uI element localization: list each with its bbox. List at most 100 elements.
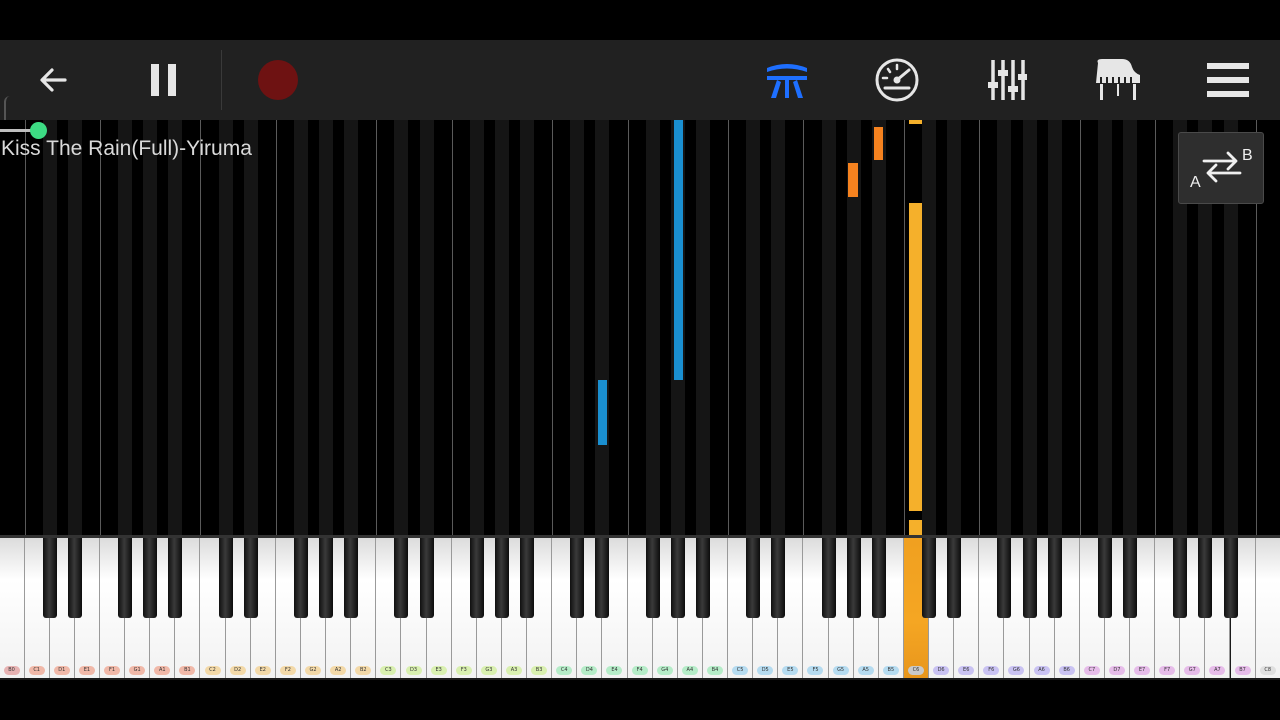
black-key[interactable] (1022, 538, 1037, 618)
speed-button[interactable] (857, 40, 937, 120)
black-key[interactable] (520, 538, 535, 618)
key-label: G6 (1008, 666, 1025, 675)
black-key[interactable] (67, 538, 82, 618)
top-toolbar (0, 40, 1280, 158)
black-key[interactable] (821, 538, 836, 618)
lane-divider (1079, 120, 1081, 535)
black-key[interactable] (293, 538, 308, 618)
falling-note (909, 520, 922, 535)
white-key[interactable]: B0 (0, 538, 25, 678)
key-label: G3 (480, 666, 497, 675)
lane-divider (803, 120, 805, 535)
key-label: C4 (556, 666, 573, 675)
black-key[interactable] (645, 538, 660, 618)
black-key-lane (695, 120, 710, 535)
lane-divider (1155, 120, 1157, 535)
key-label: G5 (832, 666, 849, 675)
black-key[interactable] (746, 538, 761, 618)
black-key[interactable] (1047, 538, 1062, 618)
black-key[interactable] (118, 538, 133, 618)
black-key-lane (997, 120, 1012, 535)
grand-piano-icon (1096, 59, 1140, 100)
black-key[interactable] (344, 538, 359, 618)
record-button[interactable] (238, 40, 318, 120)
key-label: D2 (229, 666, 246, 675)
key-label: B3 (531, 666, 548, 675)
black-key[interactable] (419, 538, 434, 618)
key-label: E4 (606, 666, 623, 675)
key-label: C7 (1083, 666, 1100, 675)
black-key-lane (293, 120, 308, 535)
black-key-lane (243, 120, 258, 535)
mixer-icon (988, 60, 1027, 100)
key-label: B1 (179, 666, 196, 675)
arrow-left-icon (40, 68, 67, 92)
black-key[interactable] (922, 538, 937, 618)
key-label: D1 (53, 666, 70, 675)
key-label: A1 (154, 666, 171, 675)
black-key[interactable] (695, 538, 710, 618)
black-key-lane (645, 120, 660, 535)
key-label: G7 (1184, 666, 1201, 675)
lane-divider (376, 120, 378, 535)
instrument-button[interactable] (1077, 40, 1157, 120)
black-key[interactable] (218, 538, 233, 618)
black-key[interactable] (670, 538, 685, 618)
black-key-lane (871, 120, 886, 535)
black-key[interactable] (143, 538, 158, 618)
black-key[interactable] (1097, 538, 1112, 618)
key-label: F1 (104, 666, 121, 675)
lane-divider (728, 120, 730, 535)
menu-button[interactable] (1188, 40, 1268, 120)
key-label: D7 (1108, 666, 1125, 675)
hands-mode-button[interactable] (747, 40, 827, 120)
black-key-lane (67, 120, 82, 535)
black-key[interactable] (595, 538, 610, 618)
black-key-lane (1123, 120, 1138, 535)
key-label: C6 (907, 666, 924, 675)
black-key[interactable] (997, 538, 1012, 618)
black-key[interactable] (1173, 538, 1188, 618)
black-key-lane (394, 120, 409, 535)
key-label: E5 (782, 666, 799, 675)
black-key-lane (1097, 120, 1112, 535)
black-key-lane (947, 120, 962, 535)
mixer-button[interactable] (967, 40, 1047, 120)
key-label: A2 (330, 666, 347, 675)
lane-divider (903, 120, 905, 535)
black-key[interactable] (871, 538, 886, 618)
back-button[interactable] (13, 40, 93, 120)
black-key-lane (118, 120, 133, 535)
black-key[interactable] (394, 538, 409, 618)
key-label: A5 (857, 666, 874, 675)
key-label: G2 (305, 666, 322, 675)
black-key[interactable] (846, 538, 861, 618)
key-label: B0 (3, 666, 20, 675)
lane-divider (979, 120, 981, 535)
black-key[interactable] (319, 538, 334, 618)
black-key[interactable] (771, 538, 786, 618)
black-key[interactable] (469, 538, 484, 618)
pause-button[interactable] (124, 40, 204, 120)
black-key[interactable] (42, 538, 57, 618)
ab-loop-button[interactable]: B A (1178, 132, 1264, 204)
key-label: F3 (455, 666, 472, 675)
falling-note (874, 127, 883, 160)
key-label: B7 (1234, 666, 1251, 675)
black-key[interactable] (494, 538, 509, 618)
black-key-lane (1047, 120, 1062, 535)
black-key[interactable] (1123, 538, 1138, 618)
black-key[interactable] (168, 538, 183, 618)
black-key-lane (218, 120, 233, 535)
black-key[interactable] (243, 538, 258, 618)
black-key-lane (922, 120, 937, 535)
key-label: C8 (1259, 666, 1276, 675)
black-key[interactable] (1198, 538, 1213, 618)
black-key-lane (469, 120, 484, 535)
white-key[interactable]: C8 (1255, 538, 1280, 678)
black-key[interactable] (1223, 538, 1238, 618)
black-key[interactable] (947, 538, 962, 618)
black-key[interactable] (570, 538, 585, 618)
key-label: D4 (581, 666, 598, 675)
black-key-lane (1022, 120, 1037, 535)
